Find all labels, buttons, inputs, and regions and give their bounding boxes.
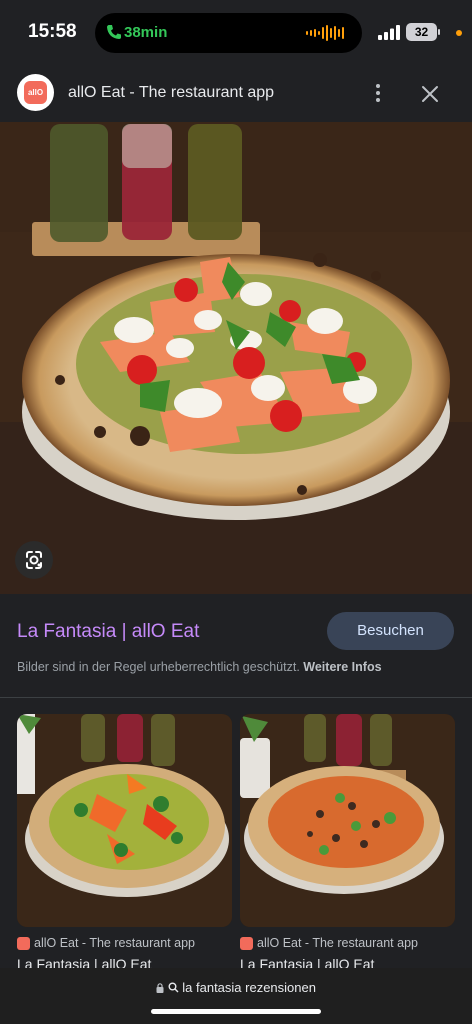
pizza-photo	[0, 122, 472, 594]
phone-icon	[107, 25, 121, 39]
copyright-text: Bilder sind in der Regel urheberrechtlic…	[17, 660, 300, 674]
main-result-image[interactable]	[0, 122, 472, 594]
site-title[interactable]: allO Eat - The restaurant app	[68, 84, 274, 102]
lens-header: allO allO Eat - The restaurant app	[0, 64, 472, 122]
close-icon[interactable]	[420, 84, 440, 104]
url-text: la fantasia rezensionen	[182, 980, 316, 995]
pizza-thumbnail-2	[240, 714, 455, 927]
related-image-2[interactable]	[240, 714, 455, 927]
clock: 15:58	[28, 21, 77, 42]
related-source-2[interactable]: allO Eat - The restaurant app	[240, 936, 455, 952]
status-bar: 15:58 38min 32	[0, 0, 472, 64]
result-title-link[interactable]: La Fantasia | allO Eat	[17, 621, 199, 643]
related-image-1[interactable]	[17, 714, 232, 927]
more-vert-icon[interactable]	[368, 82, 388, 104]
privacy-dot	[456, 30, 462, 36]
divider	[0, 697, 472, 698]
copyright-notice: Bilder sind in der Regel urheberrechtlic…	[17, 660, 382, 674]
pizza-thumbnail-1	[17, 714, 232, 927]
allo-favicon-icon	[17, 937, 30, 950]
home-indicator[interactable]	[151, 1009, 321, 1014]
lock-icon	[156, 983, 164, 993]
dynamic-island-call[interactable]: 38min	[95, 13, 362, 53]
related-source-text: allO Eat - The restaurant app	[257, 936, 418, 950]
google-lens-icon	[26, 551, 42, 569]
more-info-link[interactable]: Weitere Infos	[303, 660, 381, 674]
related-source-text: allO Eat - The restaurant app	[34, 936, 195, 950]
battery-tip	[438, 29, 440, 35]
site-logo[interactable]: allO	[17, 74, 54, 111]
related-source-1[interactable]: allO Eat - The restaurant app	[17, 936, 232, 952]
address-bar[interactable]: la fantasia rezensionen	[0, 980, 472, 995]
lens-search-button[interactable]	[15, 541, 53, 579]
search-icon	[168, 982, 179, 993]
call-duration: 38min	[124, 24, 168, 41]
allo-favicon-icon	[240, 937, 253, 950]
browser-bottom-bar: la fantasia rezensionen	[0, 968, 472, 1024]
battery-indicator: 32	[406, 23, 437, 41]
visit-button[interactable]: Besuchen	[327, 612, 454, 650]
audio-wave-icon	[306, 25, 344, 41]
allo-logo-icon: allO	[24, 81, 47, 104]
cellular-signal-icon	[378, 25, 400, 40]
